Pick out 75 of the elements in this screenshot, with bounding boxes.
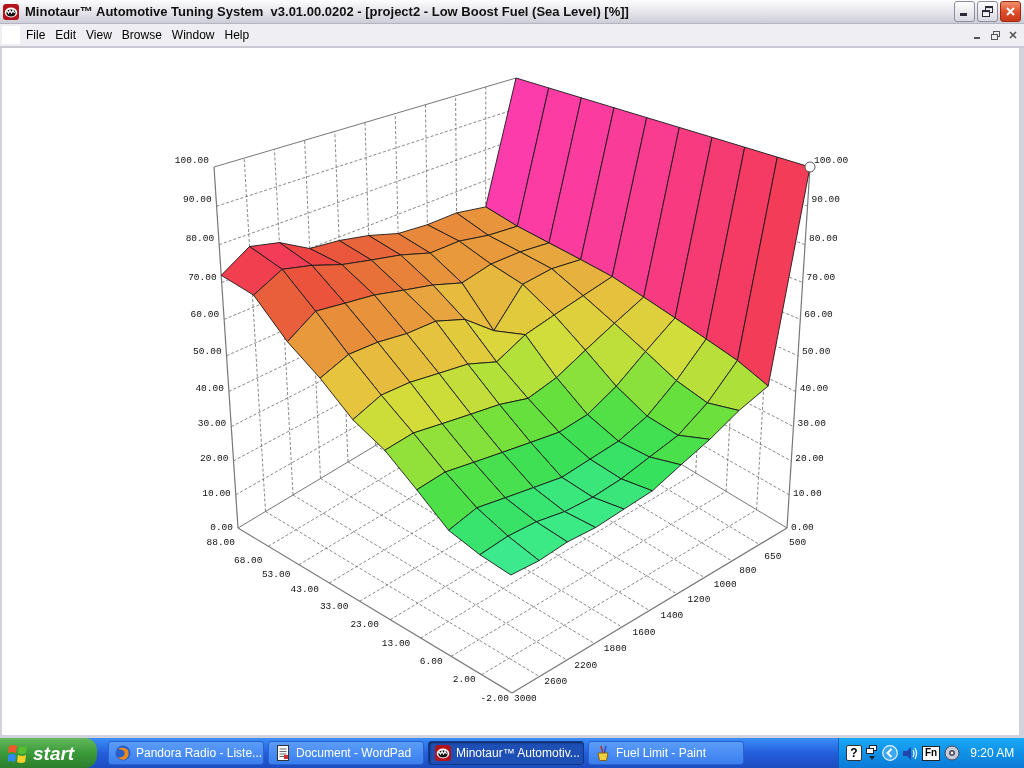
z-axis-label: 80.00 [185,233,215,245]
menu-item[interactable]: File [21,25,51,45]
brush-cup-icon [595,745,611,761]
z-axis-label: 50.00 [802,346,831,358]
restore-button[interactable] [988,28,1002,42]
close-icon [1006,7,1015,16]
document-icon [275,745,291,761]
z-axis-label: 100.00 [814,154,849,166]
load-axis-label: 6.00 [419,655,443,667]
rpm-axis-label: 1000 [713,579,737,591]
z-axis-label: 10.00 [793,487,822,499]
menu-item[interactable]: Window [166,25,220,45]
rpm-axis-label: 2200 [574,659,598,671]
z-axis-label: 20.00 [200,453,229,465]
minimize-icon [974,37,980,39]
rpm-axis-label: 1400 [660,610,684,621]
z-axis-label: 0.00 [791,521,814,533]
z-axis-label: 10.00 [202,487,231,499]
windows-arrow-icon[interactable] [866,745,878,761]
menu-item[interactable]: Help [219,25,255,45]
z-axis-label: 40.00 [195,382,224,394]
rpm-axis-label: 3000 [514,692,537,704]
fanged-mouth-icon [435,745,451,761]
load-axis-label: 23.00 [350,619,379,631]
load-axis-label: 2.00 [452,674,476,686]
load-axis-label: -2.00 [480,692,509,704]
z-axis-label: 80.00 [809,233,838,245]
load-axis-label: 13.00 [381,637,411,649]
z-axis-label: 30.00 [797,418,826,430]
restore-icon [990,30,1000,40]
load-axis-label: 33.00 [319,600,349,612]
rpm-axis-label: 1600 [632,626,656,638]
fn-indicator[interactable]: Fn [922,745,941,761]
close-button[interactable] [1000,1,1021,22]
globe-icon [115,745,131,761]
window-title: Minotaur™ Automotive Tuning System v3.01.00.0202 - [project2 - Low Boost Fuel (Sea Level) [%]] [25,5,630,18]
help-button[interactable]: ? [846,745,862,761]
rpm-axis-label: 500 [789,536,807,548]
z-axis-label: 100.00 [174,154,209,166]
z-axis-label: 60.00 [804,309,833,321]
z-axis-label: 40.00 [799,382,829,394]
fanged-mouth-icon [3,3,19,20]
rpm-axis-label: 2600 [544,676,568,687]
rpm-axis-label: 1800 [603,643,627,654]
close-icon [1009,31,1017,39]
z-axis-label: 30.00 [197,418,227,430]
menu-item[interactable]: Browse [116,25,167,45]
minimize-button[interactable] [954,1,975,22]
restore-icon [982,6,993,17]
z-axis-label: 50.00 [193,346,222,358]
load-axis-label: 88.00 [206,536,235,548]
taskbar-button[interactable]: Minotaur™ Automotiv... [428,741,584,765]
rpm-axis-label: 800 [739,565,757,577]
rpm-axis-label: 650 [764,550,782,562]
load-axis-label: 68.00 [234,554,263,566]
disc-icon[interactable] [944,745,961,761]
z-axis-label: 90.00 [183,194,212,206]
z-axis-label: 90.00 [811,194,840,206]
load-axis-label: 53.00 [261,569,291,581]
rpm-axis-label: 1200 [687,593,711,605]
start-button[interactable]: start [0,738,97,768]
z-axis-label: 0.00 [210,521,233,533]
restore-button[interactable] [977,1,998,22]
flag-icon [8,743,28,763]
menu-item[interactable]: View [81,25,117,45]
z-axis-label: 70.00 [188,271,217,283]
z-axis-label: 20.00 [795,453,824,465]
minimize-icon [960,13,967,16]
z-axis-label: 60.00 [190,309,220,321]
chevron-icon[interactable] [882,745,898,761]
menu-item[interactable]: Edit [50,25,82,45]
speaker-icon[interactable] [902,745,918,761]
circle-marker-icon [804,161,816,173]
load-axis-label: 43.00 [290,583,319,595]
z-axis-label: 70.00 [806,271,836,283]
